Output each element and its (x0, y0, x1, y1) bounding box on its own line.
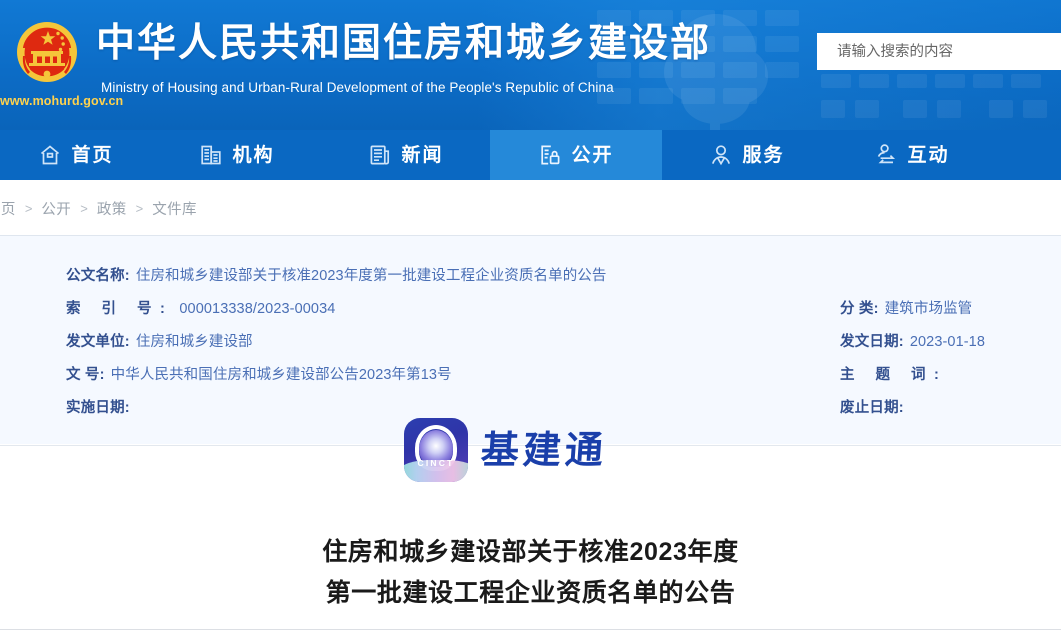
breadcrumb: 首页 > 公开 > 政策 > 文件库 (0, 180, 1061, 236)
bottom-divider (0, 629, 1061, 630)
main-nav: 首页 机构 新闻 公开 服务 互动 (0, 130, 1061, 180)
cinct-brand-text: 基建通 (479, 427, 609, 472)
page-root: www.mohurd.gov.cn 中华人民共和国住房和城乡建设部 Minist… (0, 0, 1061, 636)
cinct-badge-text: CINCT (417, 458, 455, 468)
site-header: www.mohurd.gov.cn 中华人民共和国住房和城乡建设部 Minist… (0, 0, 1061, 130)
nav-item-organization[interactable]: 机构 (152, 130, 322, 180)
meta-label: 实施日期: (66, 400, 130, 416)
nav-label: 首页 (71, 144, 114, 166)
document-title-line-2: 第一批建设工程企业资质名单的公告 (325, 579, 736, 607)
document-title: 住房和城乡建设部关于核准2023年度 第一批建设工程企业资质名单的公告 (0, 532, 1061, 614)
meta-value: 建筑市场监管 (884, 301, 973, 317)
search-input[interactable] (817, 33, 1061, 70)
meta-row-issue-date: 发文日期: 2023-01-18 (840, 330, 985, 351)
interaction-icon (878, 144, 896, 164)
breadcrumb-item-home[interactable]: 首页 (0, 198, 16, 219)
breadcrumb-item-file-library[interactable]: 文件库 (152, 198, 197, 219)
breadcrumb-item-policy[interactable]: 政策 (97, 198, 127, 219)
site-title-en: Ministry of Housing and Urban-Rural Deve… (101, 80, 614, 95)
meta-value: 中华人民共和国住房和城乡建设部公告2023年第13号 (110, 367, 452, 383)
meta-row-abolish-date: 废止日期: (840, 396, 985, 417)
meta-value: 住房和城乡建设部 (135, 334, 253, 350)
nav-label: 新闻 (401, 144, 444, 166)
nav-item-home[interactable]: 首页 (0, 130, 152, 180)
meta-row-subject-words: 主 题 词: (840, 363, 985, 384)
meta-label: 文 号: (66, 367, 105, 383)
breadcrumb-item-disclosure[interactable]: 公开 (41, 198, 71, 219)
nav-item-news[interactable]: 新闻 (322, 130, 490, 180)
nav-item-disclosure[interactable]: 公开 (490, 130, 662, 180)
nav-label: 互动 (907, 144, 950, 166)
document-meta-right-column: 分 类: 建筑市场监管 发文日期: 2023-01-18 主 题 词: 废止日期… (840, 297, 985, 429)
home-icon (41, 145, 60, 165)
meta-value: 住房和城乡建设部关于核准2023年度第一批建设工程企业资质名单的公告 (135, 268, 607, 284)
national-emblem-icon (17, 22, 77, 82)
meta-label: 分 类: (840, 301, 879, 317)
meta-row-index-number: 索 引 号: 000013338/2023-00034 (66, 297, 607, 318)
news-icon (371, 145, 390, 165)
building-icon (201, 145, 222, 165)
breadcrumb-separator: > (80, 200, 88, 216)
disclosure-icon (541, 145, 560, 165)
meta-value: 2023-01-18 (909, 334, 986, 350)
meta-label: 废止日期: (840, 400, 904, 416)
nav-label: 服务 (742, 144, 785, 166)
service-person-icon (712, 145, 731, 166)
meta-label: 公文名称: (66, 268, 130, 284)
breadcrumb-separator: > (135, 200, 144, 216)
meta-row-effective-date: 实施日期: (66, 396, 607, 417)
breadcrumb-separator: > (24, 200, 33, 216)
site-url-label: www.mohurd.gov.cn (0, 94, 124, 108)
nav-item-service[interactable]: 服务 (662, 130, 832, 180)
meta-value: 000013338/2023-00034 (179, 301, 336, 317)
meta-row-issuing-unit: 发文单位: 住房和城乡建设部 (66, 330, 607, 351)
meta-row-doc-number: 文 号: 中华人民共和国住房和城乡建设部公告2023年第13号 (66, 363, 607, 384)
meta-row-category: 分 类: 建筑市场监管 (840, 297, 985, 318)
site-title-cn: 中华人民共和国住房和城乡建设部 (96, 22, 712, 65)
meta-label: 索 引 号: (66, 301, 174, 317)
meta-label: 发文日期: (840, 334, 904, 350)
document-meta-left-column: 公文名称: 住房和城乡建设部关于核准2023年度第一批建设工程企业资质名单的公告… (66, 264, 607, 429)
meta-row-doc-name: 公文名称: 住房和城乡建设部关于核准2023年度第一批建设工程企业资质名单的公告 (66, 264, 607, 285)
document-title-line-1: 住房和城乡建设部关于核准2023年度 (322, 538, 739, 566)
cinct-logo-icon: CINCT (404, 418, 468, 482)
cinct-watermark: CINCT 基建通 (404, 418, 609, 482)
search-box[interactable] (817, 33, 1061, 70)
nav-item-interaction[interactable]: 互动 (832, 130, 992, 180)
meta-label: 发文单位: (66, 334, 130, 350)
nav-label: 机构 (232, 144, 275, 166)
document-meta-panel: 公文名称: 住房和城乡建设部关于核准2023年度第一批建设工程企业资质名单的公告… (0, 236, 1061, 445)
meta-label: 主 题 词: (840, 367, 948, 383)
nav-label: 公开 (571, 144, 614, 166)
